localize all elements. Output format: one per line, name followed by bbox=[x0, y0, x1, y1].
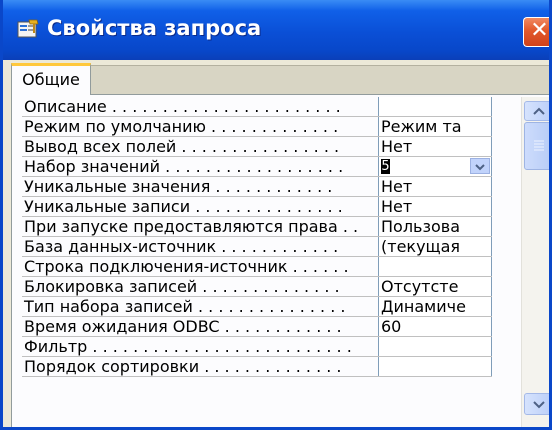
property-label: База данных-источник . . . . . . . . . .… bbox=[22, 237, 378, 256]
grip-icon bbox=[534, 140, 544, 151]
scroll-up-button[interactable] bbox=[524, 101, 549, 121]
window-title: Свойства запроса bbox=[47, 16, 262, 40]
property-row-source-database: База данных-источник . . . . . . . . . .… bbox=[22, 237, 492, 257]
scroll-down-button[interactable] bbox=[524, 393, 549, 415]
property-value-run-permissions[interactable]: Пользова bbox=[378, 217, 492, 236]
property-value-source-connect-string[interactable] bbox=[378, 257, 492, 276]
property-value-recordset-type[interactable]: Динамиче bbox=[378, 297, 492, 316]
property-value-default-view[interactable]: Режим та bbox=[378, 117, 492, 136]
property-value-unique-values[interactable]: Нет bbox=[378, 177, 492, 196]
property-row-order-by: Порядок сортировки . . . . . . . . . . .… bbox=[22, 357, 492, 377]
property-value-unique-records[interactable]: Нет bbox=[378, 197, 492, 216]
property-row-unique-records: Уникальные записи . . . . . . . . . . . … bbox=[22, 197, 492, 217]
property-value-source-database[interactable]: (текущая bbox=[378, 237, 492, 256]
property-label: Строка подключения-источник . . . . . . bbox=[22, 257, 378, 276]
chevron-down-icon bbox=[533, 401, 545, 409]
tab-strip-background bbox=[91, 65, 549, 96]
property-label: Уникальные записи . . . . . . . . . . . … bbox=[22, 197, 378, 216]
properties-sheet-icon bbox=[17, 19, 39, 38]
scrollbar-thumb[interactable] bbox=[524, 122, 549, 170]
property-label: Режим по умолчанию . . . . . . . . . . .… bbox=[22, 117, 378, 136]
chevron-down-icon bbox=[475, 164, 485, 171]
property-value-output-all-fields[interactable]: Нет bbox=[378, 137, 492, 156]
property-value-record-locks[interactable]: Отсутсте bbox=[378, 277, 492, 296]
property-row-top-values: Набор значений . . . . . . . . . . . . .… bbox=[22, 157, 492, 177]
selected-value: 5 bbox=[381, 159, 390, 174]
chevron-up-icon bbox=[533, 107, 545, 115]
close-button[interactable]: ✕ bbox=[523, 17, 549, 47]
property-row-recordset-type: Тип набора записей . . . . . . . . . . .… bbox=[22, 297, 492, 317]
property-row-description: Описание . . . . . . . . . . . . . . . .… bbox=[22, 97, 492, 117]
property-row-record-locks: Блокировка записей . . . . . . . . . . .… bbox=[22, 277, 492, 297]
query-properties-window: Свойства запроса ✕ Общие Описание . . . … bbox=[0, 0, 552, 430]
property-row-run-permissions: При запуске предоставляются права . . По… bbox=[22, 217, 492, 237]
property-row-unique-values: Уникальные значения . . . . . . . . . . … bbox=[22, 177, 492, 197]
property-row-output-all-fields: Вывод всех полей . . . . . . . . . . . .… bbox=[22, 137, 492, 157]
properties-grid: Описание . . . . . . . . . . . . . . . .… bbox=[22, 97, 492, 427]
property-row-filter: Фильтр . . . . . . . . . . . . . . . . .… bbox=[22, 337, 492, 357]
title-bar[interactable]: Свойства запроса ✕ bbox=[3, 0, 549, 60]
property-value-top-values[interactable]: 5 bbox=[378, 157, 492, 176]
property-row-odbc-timeout: Время ожидания ODBC . . . . . . . . . . … bbox=[22, 317, 492, 337]
property-label: Фильтр . . . . . . . . . . . . . . . . .… bbox=[22, 337, 378, 356]
close-icon: ✕ bbox=[530, 18, 549, 43]
property-label: При запуске предоставляются права . . bbox=[22, 217, 378, 236]
property-value-filter[interactable] bbox=[378, 337, 492, 356]
property-label: Тип набора записей . . . . . . . . . . .… bbox=[22, 297, 378, 316]
property-value-order-by[interactable] bbox=[378, 357, 492, 376]
tab-general[interactable]: Общие bbox=[11, 63, 91, 95]
property-row-source-connect-string: Строка подключения-источник . . . . . . bbox=[22, 257, 492, 277]
property-value-description[interactable] bbox=[378, 97, 492, 116]
property-label: Уникальные значения . . . . . . . . . . … bbox=[22, 177, 378, 196]
property-row-default-view: Режим по умолчанию . . . . . . . . . . .… bbox=[22, 117, 492, 137]
property-label: Описание . . . . . . . . . . . . . . . .… bbox=[22, 97, 378, 116]
property-label: Набор значений . . . . . . . . . . . . .… bbox=[22, 157, 378, 176]
property-label: Порядок сортировки . . . . . . . . . . .… bbox=[22, 357, 378, 376]
property-label: Вывод всех полей . . . . . . . . . . . .… bbox=[22, 137, 378, 156]
property-label: Блокировка записей . . . . . . . . . . .… bbox=[22, 277, 378, 296]
property-label: Время ожидания ODBC . . . . . . . . . . … bbox=[22, 317, 378, 336]
property-value-odbc-timeout[interactable]: 60 bbox=[378, 317, 492, 336]
top-values-dropdown-button[interactable] bbox=[470, 158, 490, 174]
